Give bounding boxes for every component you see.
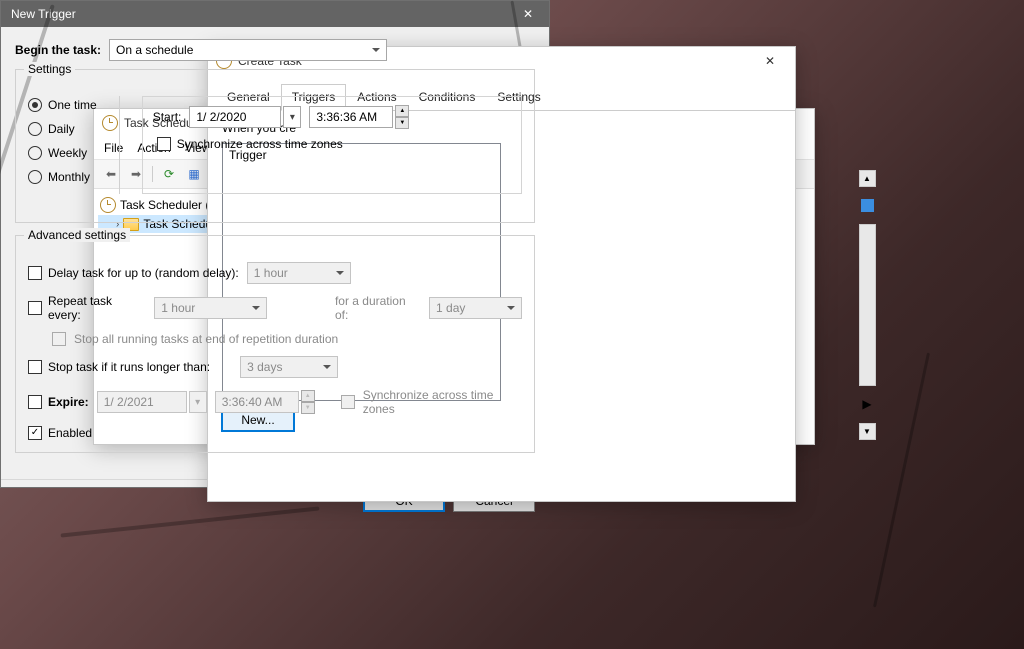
expire-date-input: 1/ 2/2021 <box>97 391 187 413</box>
scroll-up-button[interactable]: ▲ <box>859 170 876 187</box>
expire-sync-checkbox <box>341 395 355 409</box>
start-time-input[interactable]: 3:36:36 AM <box>309 106 393 128</box>
advanced-legend: Advanced settings <box>24 228 130 242</box>
calendar-icon: ▾ <box>189 391 207 413</box>
checkbox-icon <box>157 137 171 151</box>
radio-monthly[interactable]: Monthly <box>28 170 97 184</box>
radio-icon <box>28 146 42 160</box>
repeat-task-checkbox[interactable]: Repeat task every: <box>28 294 146 322</box>
repeat-value-combo: 1 hour <box>154 297 267 319</box>
begin-task-combo[interactable]: On a schedule <box>109 39 387 61</box>
sync-timezones-checkbox[interactable]: Synchronize across time zones <box>157 137 343 151</box>
settings-legend: Settings <box>24 62 75 76</box>
scrollbar-track[interactable] <box>859 224 876 386</box>
expire-sync-label: Synchronize across time zones <box>363 388 522 416</box>
checkbox-icon <box>28 266 42 280</box>
scroll-down-button[interactable]: ▼ <box>859 423 876 440</box>
radio-weekly[interactable]: Weekly <box>28 146 97 160</box>
new-trigger-titlebar[interactable]: New Trigger ✕ <box>1 1 549 27</box>
duration-value-combo: 1 day <box>429 297 522 319</box>
duration-label: for a duration of: <box>335 294 421 322</box>
checkbox-icon <box>28 301 42 315</box>
start-panel: Start: 1/ 2/2020 ▾ 3:36:36 AM ▲▼ Synchro… <box>142 96 522 194</box>
new-trigger-title: New Trigger <box>11 7 76 21</box>
start-date-input[interactable]: 1/ 2/2020 <box>189 106 281 128</box>
checkbox-icon <box>28 395 42 409</box>
stop-if-value-combo: 3 days <box>240 356 338 378</box>
expire-checkbox[interactable]: Expire: <box>28 395 89 409</box>
radio-daily[interactable]: Daily <box>28 122 97 136</box>
radio-icon <box>28 98 42 112</box>
calendar-icon[interactable]: ▾ <box>283 106 301 128</box>
close-button[interactable]: ✕ <box>751 49 789 73</box>
expire-time-input: 3:36:40 AM <box>215 391 299 413</box>
start-label: Start: <box>153 110 182 124</box>
settings-group: Settings One time Daily Weekly Monthly S… <box>15 69 535 223</box>
checkbox-icon <box>28 426 42 440</box>
new-trigger-dialog: New Trigger ✕ Begin the task: On a sched… <box>0 0 550 488</box>
radio-one-time[interactable]: One time <box>28 98 97 112</box>
stop-all-checkbox <box>52 332 66 346</box>
radio-icon <box>28 170 42 184</box>
enabled-checkbox[interactable]: Enabled <box>28 426 92 440</box>
delay-value-combo: 1 hour <box>247 262 351 284</box>
time-spinner[interactable]: ▲▼ <box>395 105 409 129</box>
close-button[interactable]: ✕ <box>513 4 543 24</box>
begin-task-label: Begin the task: <box>15 43 101 57</box>
stop-if-longer-checkbox[interactable]: Stop task if it runs longer than: <box>28 360 210 374</box>
checkbox-icon <box>28 360 42 374</box>
begin-task-value: On a schedule <box>116 43 193 57</box>
delay-task-checkbox[interactable]: Delay task for up to (random delay): <box>28 266 239 280</box>
scroll-thumb[interactable] <box>861 199 874 212</box>
radio-icon <box>28 122 42 136</box>
advanced-settings-group: Advanced settings Delay task for up to (… <box>15 235 535 453</box>
stop-all-label: Stop all running tasks at end of repetit… <box>74 332 338 346</box>
expand-arrow-icon[interactable]: ▶ <box>862 397 871 411</box>
time-spinner: ▲▼ <box>301 390 315 414</box>
